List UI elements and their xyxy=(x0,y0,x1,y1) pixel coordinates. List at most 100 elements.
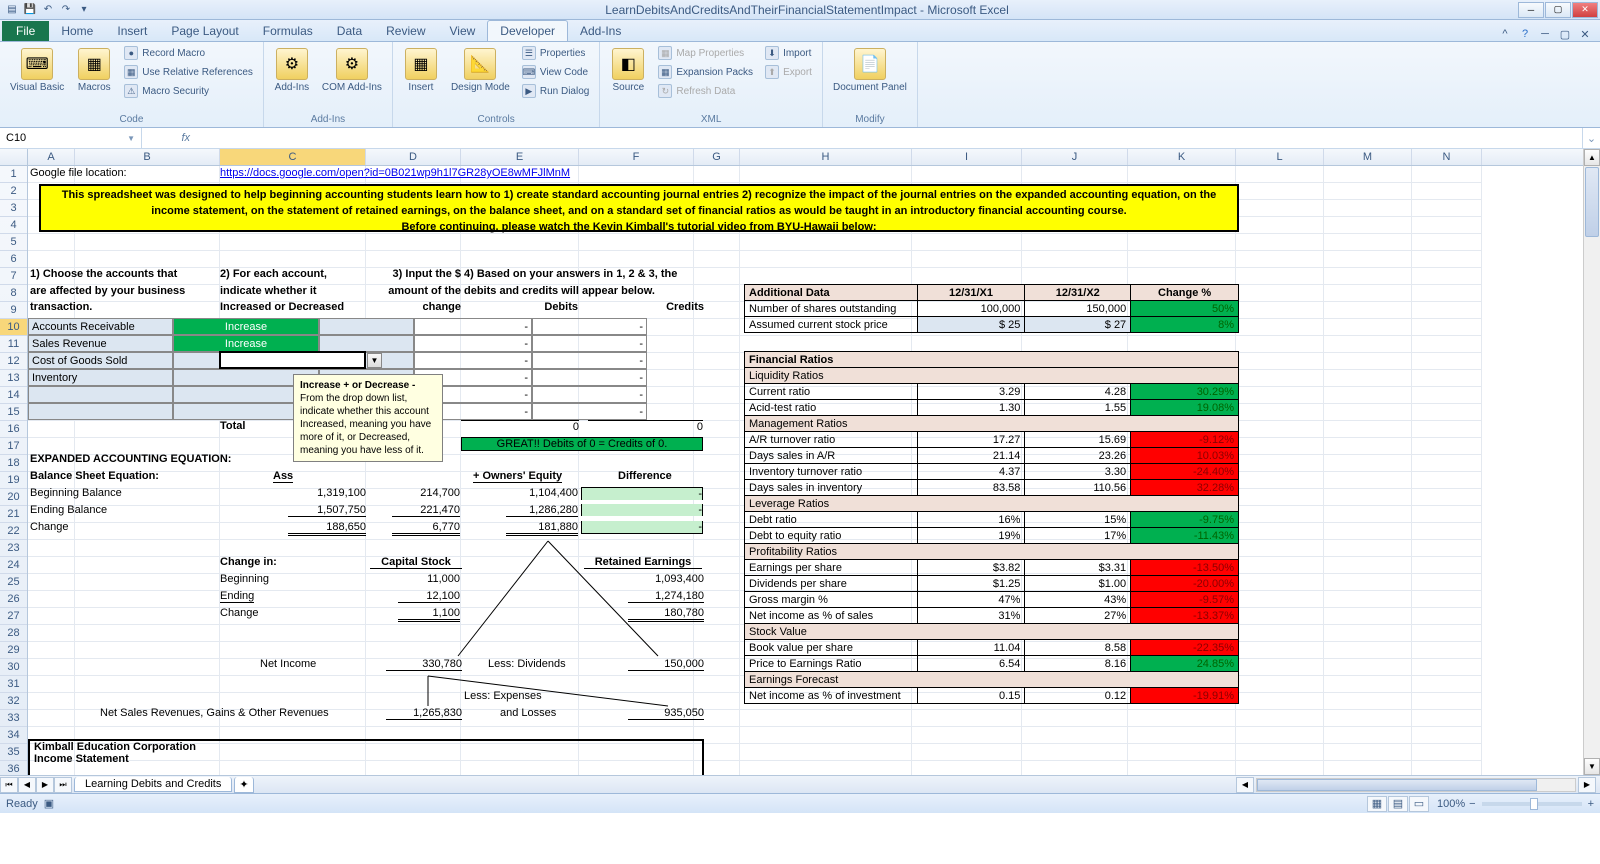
row-header-16[interactable]: 16 xyxy=(0,421,27,438)
excel-icon[interactable]: ▤ xyxy=(4,2,20,18)
col-header-l[interactable]: L xyxy=(1236,149,1324,165)
window-restore-icon[interactable]: ▢ xyxy=(1558,27,1572,41)
row-header-28[interactable]: 28 xyxy=(0,625,27,642)
col-header-i[interactable]: I xyxy=(912,149,1022,165)
row-header-15[interactable]: 15 xyxy=(0,404,27,421)
row-header-10[interactable]: 10 xyxy=(0,319,27,336)
undo-icon[interactable]: ↶ xyxy=(40,2,56,18)
close-button[interactable]: ✕ xyxy=(1572,2,1598,18)
sheet-nav-next[interactable]: ▶ xyxy=(36,777,54,793)
scroll-down-button[interactable]: ▼ xyxy=(1584,758,1600,775)
name-box-dropdown-icon[interactable]: ▼ xyxy=(127,134,135,143)
cell-grid[interactable]: Google file location: https://docs.googl… xyxy=(28,166,1600,775)
row-header-6[interactable]: 6 xyxy=(0,251,27,268)
col-header-j[interactable]: J xyxy=(1022,149,1128,165)
com-addins-button[interactable]: ⚙COM Add-Ins xyxy=(318,44,386,97)
macro-record-status-icon[interactable]: ▣ xyxy=(44,797,54,810)
increase-cell-0[interactable]: Increase xyxy=(173,318,319,335)
sheet-nav-last[interactable]: ⏭ xyxy=(54,777,72,793)
select-all-corner[interactable] xyxy=(0,149,28,165)
tab-formulas[interactable]: Formulas xyxy=(251,21,325,41)
formula-bar-expand-icon[interactable]: ⌄ xyxy=(1582,128,1600,148)
map-properties-button[interactable]: ▦Map Properties xyxy=(654,44,757,62)
addins-button[interactable]: ⚙Add-Ins xyxy=(270,44,314,97)
col-header-b[interactable]: B xyxy=(75,149,220,165)
row-header-25[interactable]: 25 xyxy=(0,574,27,591)
col-header-k[interactable]: K xyxy=(1128,149,1236,165)
row-header-13[interactable]: 13 xyxy=(0,370,27,387)
page-layout-view-button[interactable]: ▤ xyxy=(1388,796,1408,812)
row-header-4[interactable]: 4 xyxy=(0,217,27,234)
properties-button[interactable]: ☰Properties xyxy=(518,44,593,62)
row-header-30[interactable]: 30 xyxy=(0,659,27,676)
col-header-h[interactable]: H xyxy=(740,149,912,165)
row-header-26[interactable]: 26 xyxy=(0,591,27,608)
row-header-9[interactable]: 9 xyxy=(0,302,27,319)
macro-security-button[interactable]: ⚠Macro Security xyxy=(120,82,257,100)
row-header-8[interactable]: 8 xyxy=(0,285,27,302)
row-header-31[interactable]: 31 xyxy=(0,676,27,693)
row-header-2[interactable]: 2 xyxy=(0,183,27,200)
row-header-22[interactable]: 22 xyxy=(0,523,27,540)
row-header-1[interactable]: 1 xyxy=(0,166,27,183)
scroll-thumb[interactable] xyxy=(1585,167,1599,237)
increase-cell-1[interactable]: Increase xyxy=(173,335,319,352)
vertical-scrollbar[interactable]: ▲ ▼ xyxy=(1583,149,1600,775)
zoom-out-button[interactable]: − xyxy=(1469,798,1475,810)
row-header-3[interactable]: 3 xyxy=(0,200,27,217)
row-header-33[interactable]: 33 xyxy=(0,710,27,727)
amount-cell-1[interactable] xyxy=(319,335,414,352)
help-icon[interactable]: ? xyxy=(1518,27,1532,41)
zoom-level[interactable]: 100% xyxy=(1437,798,1465,810)
macros-button[interactable]: ▦Macros xyxy=(72,44,116,97)
row-header-23[interactable]: 23 xyxy=(0,540,27,557)
account-cell-0[interactable]: Accounts Receivable xyxy=(28,318,173,335)
row-header-19[interactable]: 19 xyxy=(0,472,27,489)
row-header-14[interactable]: 14 xyxy=(0,387,27,404)
visual-basic-button[interactable]: ⌨Visual Basic xyxy=(6,44,68,97)
row-header-20[interactable]: 20 xyxy=(0,489,27,506)
col-header-e[interactable]: E xyxy=(461,149,579,165)
row-header-24[interactable]: 24 xyxy=(0,557,27,574)
dropdown-arrow-icon[interactable]: ▼ xyxy=(367,353,382,368)
col-header-n[interactable]: N xyxy=(1412,149,1482,165)
record-macro-button[interactable]: ●Record Macro xyxy=(120,44,257,62)
minimize-button[interactable]: ─ xyxy=(1518,2,1544,18)
row-header-21[interactable]: 21 xyxy=(0,506,27,523)
hscroll-left[interactable]: ◀ xyxy=(1236,777,1254,793)
account-cell-4[interactable] xyxy=(28,386,173,403)
adddata-r1-v2[interactable]: $ 27 xyxy=(1025,317,1131,333)
account-cell-1[interactable]: Sales Revenue xyxy=(28,335,173,352)
row-header-5[interactable]: 5 xyxy=(0,234,27,251)
col-header-g[interactable]: G xyxy=(694,149,740,165)
row-header-12[interactable]: 12 xyxy=(0,353,27,370)
tab-developer[interactable]: Developer xyxy=(487,20,568,41)
sheet-tab-active[interactable]: Learning Debits and Credits xyxy=(74,777,232,792)
row-header-35[interactable]: 35 xyxy=(0,744,27,761)
sheet-nav-first[interactable]: ⏮ xyxy=(0,777,18,793)
new-sheet-tab[interactable]: ✦ xyxy=(234,777,254,793)
row-header-7[interactable]: 7 xyxy=(0,268,27,285)
hscroll-right[interactable]: ▶ xyxy=(1578,777,1596,793)
qat-dropdown-icon[interactable]: ▾ xyxy=(76,2,92,18)
formula-input[interactable] xyxy=(198,128,1582,148)
normal-view-button[interactable]: ▦ xyxy=(1367,796,1387,812)
amount-cell-0[interactable] xyxy=(319,318,414,335)
tab-add-ins[interactable]: Add-Ins xyxy=(568,21,633,41)
col-header-a[interactable]: A xyxy=(28,149,75,165)
scroll-up-button[interactable]: ▲ xyxy=(1584,149,1600,166)
row-header-18[interactable]: 18 xyxy=(0,455,27,472)
col-header-f[interactable]: F xyxy=(579,149,694,165)
row-header-34[interactable]: 34 xyxy=(0,727,27,744)
expansion-packs-button[interactable]: ▦Expansion Packs xyxy=(654,63,757,81)
insert-control-button[interactable]: ▦Insert xyxy=(399,44,443,97)
fx-label[interactable]: fx xyxy=(142,128,198,148)
row-header-27[interactable]: 27 xyxy=(0,608,27,625)
col-header-c[interactable]: C xyxy=(220,149,366,165)
row-header-29[interactable]: 29 xyxy=(0,642,27,659)
col-header-d[interactable]: D xyxy=(366,149,461,165)
window-minimize-icon[interactable]: ─ xyxy=(1538,27,1552,41)
zoom-handle[interactable] xyxy=(1530,798,1538,810)
zoom-in-button[interactable]: + xyxy=(1588,798,1594,810)
adddata-r1-v1[interactable]: $ 25 xyxy=(917,317,1025,333)
